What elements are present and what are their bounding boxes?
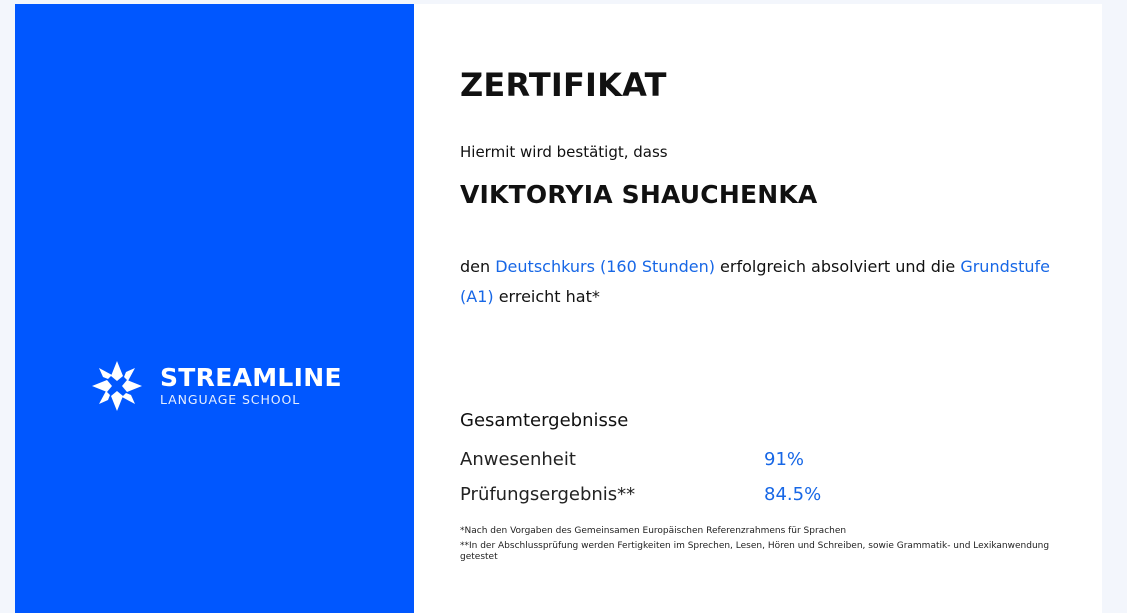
completion-statement: den Deutschkurs (160 Stunden) erfolgreic… [460,252,1050,312]
certificate: STREAMLINE LANGUAGE SCHOOL ZERTIFIKAT Hi… [15,4,1102,613]
brand-logo: STREAMLINE LANGUAGE SCHOOL [88,357,342,415]
result-label: Anwesenheit [460,449,576,470]
recipient-name: VIKTORYIA SHAUCHENKA [460,180,818,209]
star-compass-icon [92,361,142,411]
footnote: *Nach den Vorgaben des Gemeinsamen Europ… [460,526,847,536]
statement-suffix: erreicht hat* [493,287,600,306]
result-label: Prüfungsergebnis** [460,484,636,505]
page: STREAMLINE LANGUAGE SCHOOL ZERTIFIKAT Hi… [0,0,1127,613]
certificate-body: ZERTIFIKAT Hiermit wird bestätigt, dass … [414,4,1102,613]
result-value: 84.5% [764,484,822,505]
statement-prefix: den [460,257,496,276]
course-name: Deutschkurs (160 Stunden) [495,257,715,276]
result-value: 91% [764,449,805,470]
intro-text: Hiermit wird bestätigt, dass [460,143,668,161]
footnotes: *Nach den Vorgaben des Gemeinsamen Europ… [460,526,1060,567]
footnote: **In der Abschlussprüfung werden Fertigk… [460,541,1050,562]
brand-panel: STREAMLINE LANGUAGE SCHOOL [15,4,414,613]
brand-wordmark: STREAMLINE LANGUAGE SCHOOL [160,364,342,408]
certificate-title: ZERTIFIKAT [460,66,667,104]
result-row-exam: Prüfungsergebnis** 84.5% [460,484,821,505]
results-title: Gesamtergebnisse [460,410,629,431]
brand-subtitle: LANGUAGE SCHOOL [160,392,301,407]
statement-middle: erfolgreich absolviert und die [714,257,961,276]
brand-name: STREAMLINE [160,363,342,392]
result-row-attendance: Anwesenheit 91% [460,449,804,470]
